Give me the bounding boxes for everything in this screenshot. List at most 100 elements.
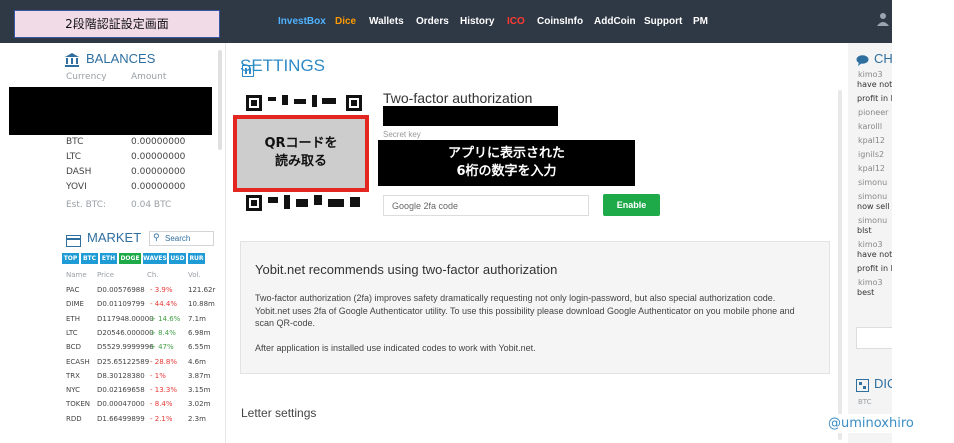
market-col-name: Name — [66, 271, 87, 279]
annotation-text: アプリに表示された — [447, 146, 565, 161]
market-tab-eth[interactable]: ETH — [100, 253, 117, 264]
chat-username[interactable]: kpal12 — [858, 136, 885, 145]
market-row-name: LTC — [66, 328, 78, 337]
bank-icon — [64, 52, 80, 71]
balance-currency: BTC — [66, 137, 84, 147]
nav-pm[interactable]: PM — [693, 16, 708, 27]
balances-col-currency: Currency — [66, 72, 107, 82]
market-row-change: + 14.6% — [150, 314, 181, 323]
market-search-input[interactable]: ⚲ Search — [149, 231, 214, 246]
main-scrollbar[interactable] — [838, 90, 842, 440]
market-row-volume: 6.55m — [188, 343, 211, 352]
annotation-text: 読み取る — [274, 154, 327, 169]
chat-text: now sell — [857, 202, 890, 211]
market-tab-top[interactable]: TOP — [62, 253, 79, 264]
secret-key-label: Secret key — [383, 130, 421, 139]
market-row-change: - 1% — [150, 371, 166, 380]
market-col-change: Ch. — [147, 271, 159, 279]
market-row-price: D0.01109799 — [97, 300, 145, 309]
page-title: SETTINGS — [240, 56, 326, 75]
chat-username[interactable]: kimo3 — [858, 240, 883, 249]
recommendation-text: Two-factor authorization (2fa) improves … — [255, 293, 795, 328]
est-btc-value: 0.04 BTC — [131, 200, 172, 210]
nav-ico[interactable]: ICO — [507, 16, 525, 27]
chat-text: profit in l — [857, 264, 892, 273]
balance-currency: LTC — [66, 152, 82, 162]
chat-username[interactable]: simonu — [858, 192, 887, 201]
watermark-handle: @uminoxhiro — [826, 414, 916, 433]
chat-panel: CH kimo3 have not profit in l pioneer karoll… — [848, 43, 892, 443]
redaction-block — [383, 106, 558, 126]
market-row-change: - 8.4% — [150, 400, 173, 409]
chat-username[interactable]: simonu — [858, 178, 887, 187]
nav-coinsinfo[interactable]: CoinsInfo — [537, 16, 583, 27]
enable-button[interactable]: Enable — [603, 194, 660, 216]
balance-currency: DASH — [66, 167, 92, 177]
market-row-change: - 2.1% — [150, 414, 173, 423]
balances-scrollbar[interactable] — [218, 50, 222, 150]
market-col-volume: Vol. — [188, 271, 201, 279]
dice-title: DIC — [874, 376, 892, 391]
search-icon: ⚲ — [153, 233, 160, 243]
nav-support[interactable]: Support — [644, 16, 682, 27]
market-row-volume: 121.62r — [188, 286, 216, 294]
market-row-volume: 4.6m — [188, 357, 206, 366]
market-row-name: DIME — [66, 300, 84, 309]
market-row-name: ETH — [66, 314, 80, 323]
market-row-volume: 3.02m — [188, 400, 211, 409]
market-row-name: BCD — [66, 343, 81, 352]
chat-bubble-icon — [856, 51, 869, 70]
chat-username[interactable]: kimo3 — [858, 70, 883, 79]
redaction-block — [9, 87, 212, 135]
market-row-change: - 28.8% — [150, 357, 177, 366]
market-row-volume: 7.1m — [188, 314, 206, 323]
market-row-price: D0.00576988 — [97, 286, 145, 294]
google-2fa-code-input[interactable]: Google 2fa code — [383, 195, 589, 216]
chat-username[interactable]: kpal12 — [858, 164, 885, 173]
market-tab-rur[interactable]: RUR — [188, 253, 205, 264]
balance-amount: 0.00000000 — [131, 137, 186, 147]
market-row-price: D1.66499899 — [97, 414, 145, 423]
two-factor-title: Two-factor authorization — [383, 90, 533, 106]
market-tab-waves[interactable]: WAVES — [143, 253, 167, 264]
market-row-name: NYC — [66, 386, 81, 395]
market-row-price: D8.30128380 — [97, 371, 145, 380]
search-placeholder: Search — [165, 234, 191, 243]
recommendation-box: Yobit.net recommends using two-factor au… — [240, 241, 830, 374]
market-row-name: RDD — [66, 414, 82, 423]
nav-history[interactable]: History — [460, 16, 494, 27]
balance-amount: 0.00000000 — [131, 152, 186, 162]
market-row-name: ECASH — [66, 357, 90, 366]
annotation-text: QRコードを — [264, 136, 338, 151]
user-icon[interactable] — [876, 12, 892, 28]
chat-username[interactable]: karolll — [858, 122, 882, 131]
chat-text: have not — [857, 250, 892, 259]
balance-amount: 0.00000000 — [131, 182, 186, 192]
market-tab-usd[interactable]: USD — [169, 253, 186, 264]
nav-wallets[interactable]: Wallets — [369, 16, 404, 27]
nav-orders[interactable]: Orders — [416, 16, 449, 27]
market-row-volume: 3.87m — [188, 371, 211, 380]
chat-username[interactable]: simonu — [858, 216, 887, 225]
recommendation-text-2: After application is installed use indic… — [255, 343, 536, 353]
dice-icon — [856, 377, 869, 396]
market-tab-doge[interactable]: DOGE — [119, 253, 141, 264]
letter-settings-heading: Letter settings — [241, 406, 317, 420]
chat-input[interactable] — [856, 327, 892, 349]
market-row-price: D5529.9999996 — [97, 343, 154, 352]
nav-investbox[interactable]: InvestBox — [278, 16, 326, 27]
chat-username[interactable]: kimo3 — [858, 278, 883, 287]
balance-currency: YOVI — [66, 182, 87, 192]
balances-col-amount: Amount — [131, 72, 167, 82]
chat-text: profit in l — [857, 94, 892, 103]
market-row-price: D0.00047000 — [97, 400, 145, 409]
market-row-name: TOKEN — [66, 400, 91, 409]
market-tab-btc[interactable]: BTC — [81, 253, 98, 264]
market-row-volume: 2.3m — [188, 414, 206, 423]
nav-dice[interactable]: Dice — [335, 16, 356, 27]
nav-addcoin[interactable]: AddCoin — [594, 16, 636, 27]
chat-username[interactable]: ignils2 — [858, 150, 884, 159]
chat-username[interactable]: pioneer — [858, 108, 888, 117]
annotation-scan-qr: QRコードを 読み取る — [233, 115, 369, 192]
chat-title: CH — [874, 51, 892, 66]
